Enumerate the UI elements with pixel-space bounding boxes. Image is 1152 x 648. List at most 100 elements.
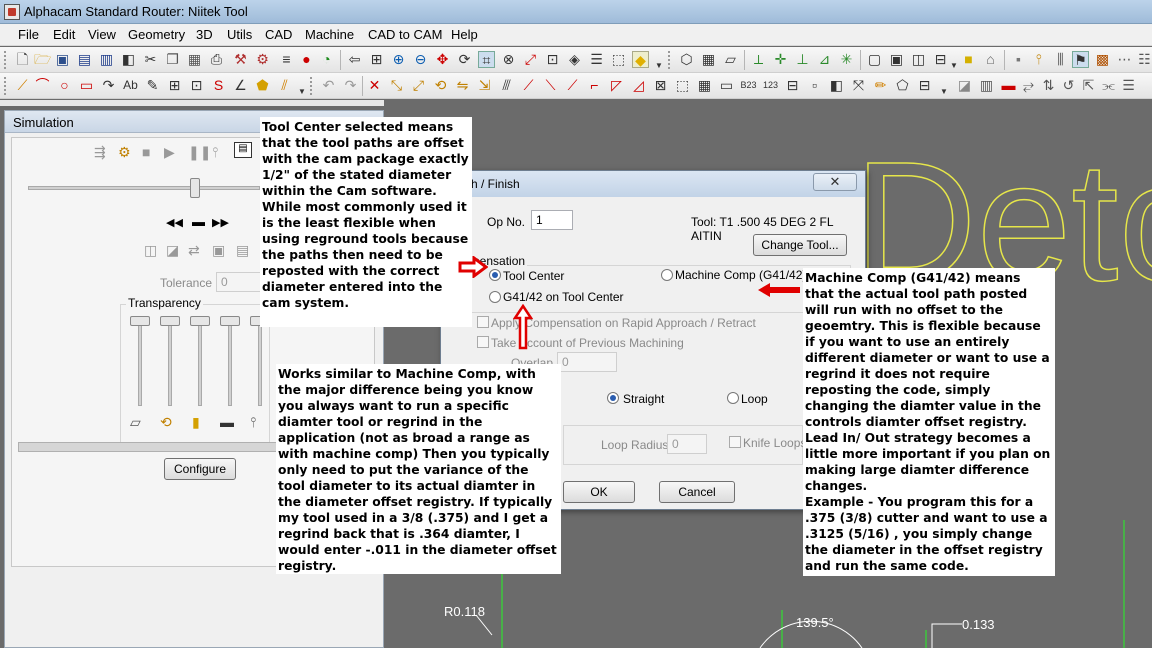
- b23-icon[interactable]: B23: [740, 77, 757, 94]
- tag-icon[interactable]: ⬟: [254, 77, 271, 94]
- link-paths-icon[interactable]: ⫘: [1100, 77, 1117, 94]
- grid-small-icon[interactable]: ▦: [696, 77, 713, 94]
- pencil-icon[interactable]: ✏: [872, 77, 889, 94]
- tolerance-input[interactable]: 0: [216, 272, 266, 292]
- simulate-tool-icon[interactable]: ⚙: [118, 144, 131, 161]
- stop-icon[interactable]: ■: [142, 144, 150, 160]
- stop-small-icon[interactable]: ▬: [192, 214, 205, 229]
- menu-edit[interactable]: Edit: [53, 27, 75, 42]
- transparency-thumb-4[interactable]: [220, 316, 240, 326]
- toolbar-overflow-icon[interactable]: ▼: [940, 87, 948, 96]
- save-icon[interactable]: ▣: [54, 51, 71, 68]
- arrow-diag-icon[interactable]: ⤢: [522, 51, 539, 68]
- polyline-icon[interactable]: ⟋: [14, 77, 31, 94]
- circle-icon[interactable]: ○: [56, 77, 73, 94]
- numbering-icon[interactable]: 123: [762, 77, 779, 94]
- save-state-icon[interactable]: ▣: [212, 242, 225, 259]
- hat-icon[interactable]: ⌂: [982, 51, 999, 68]
- cube-icon[interactable]: ⬡: [678, 51, 695, 68]
- fillet-icon[interactable]: ⌐: [586, 77, 603, 94]
- transparency-thumb-1[interactable]: [130, 316, 150, 326]
- copy-move-icon[interactable]: ⤢: [410, 77, 427, 94]
- undo-icon[interactable]: ↶: [320, 77, 337, 94]
- paste-icon[interactable]: ▦: [186, 51, 203, 68]
- join-icon[interactable]: ⟋: [564, 77, 581, 94]
- split-icon[interactable]: ◧: [828, 77, 845, 94]
- toolbar-overflow-icon[interactable]: ▼: [655, 61, 663, 70]
- sort-icon[interactable]: ⇅: [1040, 77, 1057, 94]
- frame-icon[interactable]: ▭: [718, 77, 735, 94]
- open-folder-icon[interactable]: 🗁: [34, 51, 51, 68]
- fast-forward-icon[interactable]: ▶▶: [212, 216, 229, 229]
- redo-icon[interactable]: ↷: [342, 77, 359, 94]
- take-account-checkbox[interactable]: [477, 336, 489, 348]
- step-icon[interactable]: ⇶: [94, 144, 106, 161]
- edit-path-icon[interactable]: ⥂: [1020, 77, 1037, 94]
- menu-file[interactable]: File: [18, 27, 39, 42]
- red-block-icon[interactable]: ▬: [1000, 77, 1017, 94]
- rotate-icon[interactable]: ⟲: [432, 77, 449, 94]
- pan-icon[interactable]: ✥: [434, 51, 451, 68]
- move-icon[interactable]: ⤡: [388, 77, 405, 94]
- pen-icon[interactable]: ✎: [144, 77, 161, 94]
- loop-radius-input[interactable]: 0: [667, 434, 707, 454]
- material-icon[interactable]: ▩: [1094, 51, 1111, 68]
- toolbar-grip[interactable]: [310, 77, 314, 95]
- tool-icon[interactable]: ⫯: [212, 144, 218, 161]
- scale-icon[interactable]: ⇲: [476, 77, 493, 94]
- zoom-icon[interactable]: ◔: [318, 51, 335, 68]
- tool-center-radio[interactable]: [489, 269, 501, 281]
- ellipsis-icon[interactable]: ⋯: [1116, 51, 1133, 68]
- view-a-icon[interactable]: ◫: [144, 242, 157, 259]
- explode-icon[interactable]: ⤧: [850, 77, 867, 94]
- link-icon[interactable]: ⊗: [500, 51, 517, 68]
- transparency-slider-2[interactable]: [168, 318, 172, 406]
- copy-icon[interactable]: ❐: [164, 51, 181, 68]
- menu-3d[interactable]: 3D: [196, 27, 213, 42]
- axis-yz-icon[interactable]: ⊿: [816, 51, 833, 68]
- curve-icon[interactable]: ↷: [100, 77, 117, 94]
- machine-comp-radio[interactable]: [661, 269, 673, 281]
- tool-edit-icon[interactable]: ⚙: [254, 51, 271, 68]
- polygon-icon[interactable]: ⬠: [894, 77, 911, 94]
- zoom-in-icon[interactable]: ⊕: [390, 51, 407, 68]
- transparency-slider-4[interactable]: [228, 318, 232, 406]
- offset-icon[interactable]: ⊠: [652, 77, 669, 94]
- g41-tool-center-radio[interactable]: [489, 291, 501, 303]
- text-icon[interactable]: Ab: [122, 77, 139, 94]
- toolbar-overflow-icon[interactable]: ▼: [950, 61, 958, 70]
- angle-icon[interactable]: ∠: [232, 77, 249, 94]
- break-icon[interactable]: ⟋: [520, 77, 537, 94]
- stack-icon[interactable]: ☷: [1136, 51, 1152, 68]
- zoom-window-icon[interactable]: ⊞: [368, 51, 385, 68]
- menu-machine[interactable]: Machine: [305, 27, 354, 42]
- menu-cad-to-cam[interactable]: CAD to CAM: [368, 27, 442, 42]
- trim-icon[interactable]: ⫻: [498, 77, 515, 94]
- gray-square-icon[interactable]: ▪: [1010, 51, 1027, 68]
- toggle-display-icon[interactable]: ▤: [234, 142, 252, 158]
- menu-utils[interactable]: Utils: [227, 27, 252, 42]
- mirror-icon[interactable]: ⇋: [454, 77, 471, 94]
- chamfer-icon[interactable]: ◸: [608, 77, 625, 94]
- node-icon[interactable]: ▫: [806, 77, 823, 94]
- undo-view-icon[interactable]: ⇦: [346, 51, 363, 68]
- toolbar-grip[interactable]: [668, 51, 672, 69]
- view-b-icon[interactable]: ◪: [166, 242, 179, 259]
- transparency-thumb-3[interactable]: [190, 316, 210, 326]
- straight-radio[interactable]: [607, 392, 619, 404]
- rewind-icon[interactable]: ◀◀: [166, 216, 183, 229]
- menu-geometry[interactable]: Geometry: [128, 27, 185, 42]
- toolbar-grip[interactable]: [4, 77, 8, 95]
- view-c-icon[interactable]: ⇄: [188, 242, 200, 259]
- overlap-input[interactable]: 0: [557, 352, 617, 372]
- transparency-slider-1[interactable]: [138, 318, 142, 406]
- cube-outline-icon[interactable]: ⬚: [674, 77, 691, 94]
- yellow-square-icon[interactable]: ■: [960, 51, 977, 68]
- calendar-icon[interactable]: ⊡: [188, 77, 205, 94]
- fence-icon[interactable]: ⫼: [1052, 51, 1069, 68]
- simulate-icon[interactable]: ⚑: [1072, 51, 1089, 68]
- cancel-button[interactable]: Cancel: [659, 481, 735, 503]
- fit-icon[interactable]: ⊡: [544, 51, 561, 68]
- redraw-icon[interactable]: ⟳: [456, 51, 473, 68]
- axis-iso-icon[interactable]: ✳: [838, 51, 855, 68]
